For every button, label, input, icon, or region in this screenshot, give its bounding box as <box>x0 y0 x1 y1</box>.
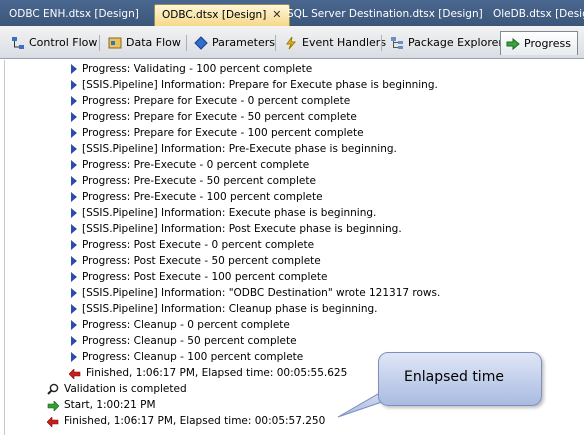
package-finished-row: Finished, 1:06:17 PM, Elapsed time: 00:0… <box>46 413 325 429</box>
list-item: Progress: Pre-Execute - 50 percent compl… <box>71 173 316 189</box>
list-item: [SSIS.Pipeline] Information: Prepare for… <box>71 77 438 93</box>
list-item: Progress: Cleanup - 100 percent complete <box>71 349 303 365</box>
list-item: Progress: Post Execute - 0 percent compl… <box>71 237 314 253</box>
start-arrow-icon <box>47 400 60 412</box>
expand-arrow-icon <box>71 144 77 154</box>
expand-arrow-icon <box>71 256 77 266</box>
doc-tab-odbc[interactable]: ODBC.dtsx [Design] ✕ <box>154 4 290 26</box>
list-item: [SSIS.Pipeline] Information: "ODBC Desti… <box>71 285 440 301</box>
expand-arrow-icon <box>71 64 77 74</box>
parameters-icon <box>194 36 208 50</box>
tab-label: Data Flow <box>126 36 181 49</box>
magnifier-icon <box>47 383 59 395</box>
finished-arrow-icon <box>68 368 81 380</box>
data-flow-icon <box>108 36 122 50</box>
expand-arrow-icon <box>71 80 77 90</box>
document-tab-bar: ODBC ENH.dtsx [Design] ODBC.dtsx [Design… <box>0 0 584 26</box>
validation-row: Validation is completed <box>47 381 187 397</box>
expand-arrow-icon <box>71 112 77 122</box>
expand-arrow-icon <box>71 240 77 250</box>
start-row: Start, 1:00:21 PM <box>47 397 156 413</box>
list-item: Progress: Cleanup - 50 percent complete <box>71 333 297 349</box>
expand-arrow-icon <box>71 224 77 234</box>
doc-tab-label: SQL Server Destination.dtsx [Design] <box>287 8 483 20</box>
tab-label: Progress <box>524 36 571 50</box>
tab-divider <box>381 35 382 51</box>
tab-parameters[interactable]: Parameters <box>189 32 281 54</box>
tab-progress[interactable]: Progress <box>500 31 578 55</box>
tab-event-handlers[interactable]: Event Handlers <box>279 32 392 54</box>
list-item: Progress: Validating - 100 percent compl… <box>71 61 312 77</box>
finished-arrow-icon <box>46 416 59 428</box>
expand-arrow-icon <box>71 176 77 186</box>
control-flow-icon <box>11 36 25 50</box>
doc-tab-odbc-enh[interactable]: ODBC ENH.dtsx [Design] <box>2 4 146 26</box>
doc-tab-label: OleDB.dtsx [Design] <box>493 8 584 20</box>
expand-arrow-icon <box>71 160 77 170</box>
doc-tab-label: ODBC ENH.dtsx [Design] <box>9 8 139 20</box>
expand-arrow-icon <box>71 272 77 282</box>
tab-divider <box>275 35 276 51</box>
expand-arrow-icon <box>71 128 77 138</box>
tab-divider <box>99 35 100 51</box>
doc-tab-sql-server-destination[interactable]: SQL Server Destination.dtsx [Design] <box>280 4 490 26</box>
list-item: Progress: Prepare for Execute - 0 percen… <box>71 93 350 109</box>
expand-arrow-icon <box>71 288 77 298</box>
expand-arrow-icon <box>71 352 77 362</box>
list-item: [SSIS.Pipeline] Information: Pre-Execute… <box>71 141 397 157</box>
expand-arrow-icon <box>71 192 77 202</box>
list-item: Progress: Post Execute - 100 percent com… <box>71 269 327 285</box>
list-item: Progress: Prepare for Execute - 50 perce… <box>71 109 357 125</box>
tab-label: Event Handlers <box>302 36 387 49</box>
list-item: Progress: Post Execute - 50 percent comp… <box>71 253 321 269</box>
list-item: Progress: Cleanup - 0 percent complete <box>71 317 290 333</box>
list-item: Progress: Prepare for Execute - 100 perc… <box>71 125 364 141</box>
doc-tab-oledb[interactable]: OleDB.dtsx [Design] <box>486 4 584 26</box>
tab-package-explorer[interactable]: Package Explorer <box>385 32 509 54</box>
list-item: Progress: Pre-Execute - 0 percent comple… <box>71 157 309 173</box>
expand-arrow-icon <box>71 96 77 106</box>
task-finished-row: Finished, 1:06:17 PM, Elapsed time: 00:0… <box>68 365 347 381</box>
package-explorer-icon <box>390 36 404 50</box>
list-item: [SSIS.Pipeline] Information: Execute pha… <box>71 205 376 221</box>
tab-label: Package Explorer <box>408 36 503 49</box>
designer-tab-bar: Control Flow Data Flow Parameters Event … <box>0 26 584 59</box>
tab-control-flow[interactable]: Control Flow <box>6 32 103 54</box>
expand-arrow-icon <box>71 208 77 218</box>
event-handlers-icon <box>284 36 298 50</box>
expand-arrow-icon <box>71 336 77 346</box>
list-item: Progress: Pre-Execute - 100 percent comp… <box>71 189 323 205</box>
list-item: [SSIS.Pipeline] Information: Cleanup pha… <box>71 301 378 317</box>
callout-label: Enlapsed time <box>404 369 504 385</box>
expand-arrow-icon <box>71 304 77 314</box>
tab-label: Control Flow <box>29 36 98 49</box>
expand-arrow-icon <box>71 320 77 330</box>
tab-divider <box>186 35 187 51</box>
doc-tab-label: ODBC.dtsx [Design] <box>162 9 267 21</box>
tab-data-flow[interactable]: Data Flow <box>103 32 187 54</box>
list-item: [SSIS.Pipeline] Information: Post Execut… <box>71 221 402 237</box>
progress-icon <box>506 37 520 51</box>
tab-label: Parameters <box>212 36 275 49</box>
